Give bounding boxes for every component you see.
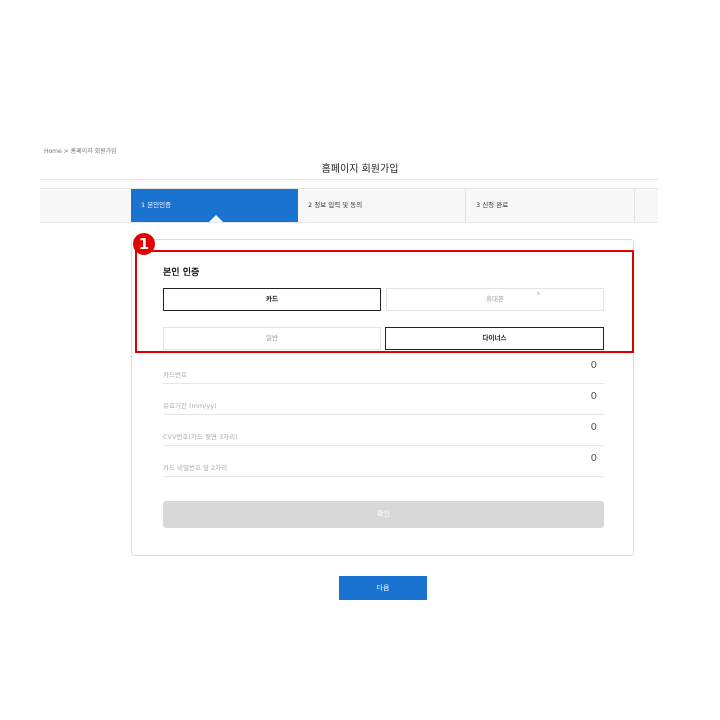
confirm-button[interactable]: 확인 — [163, 501, 604, 528]
step-2-info-consent: 2 정보 입력 및 동의 — [308, 201, 363, 209]
annotation-highlight-box — [135, 250, 634, 353]
step-3-complete: 3 신청 완료 — [476, 201, 509, 209]
expiry-count: 0 — [590, 391, 597, 402]
card-number-label: 카드번호 — [163, 371, 187, 379]
card-password-count: 0 — [590, 453, 597, 464]
step-1-identity-verification: 1 본인인증 — [131, 189, 298, 222]
breadcrumb-separator: > — [63, 148, 69, 155]
breadcrumb-current: 홈페이지 회원가입 — [70, 148, 117, 155]
expiry-label: 유효기간 (mm/yy) — [163, 402, 217, 410]
next-button[interactable]: 다음 — [339, 576, 427, 600]
cvv-field[interactable]: CVV번호(카드 뒷면 3자리) 0 — [163, 422, 604, 446]
card-password-label: 카드 비밀번호 앞 2자리 — [163, 464, 228, 472]
cvv-count: 0 — [590, 422, 597, 433]
title-divider — [40, 179, 658, 180]
expiry-field[interactable]: 유효기간 (mm/yy) 0 — [163, 391, 604, 415]
card-number-count: 0 — [590, 360, 597, 371]
step-progress-bar: 1 본인인증 2 정보 입력 및 동의 3 신청 완료 — [40, 188, 658, 223]
step-divider — [634, 189, 635, 222]
annotation-marker: 1 — [133, 233, 155, 255]
breadcrumb: Home > 홈페이지 회원가입 — [44, 146, 117, 155]
card-number-field[interactable]: 카드번호 0 — [163, 360, 604, 384]
page-title: 홈페이지 회원가입 — [321, 164, 399, 175]
card-password-field[interactable]: 카드 비밀번호 앞 2자리 0 — [163, 453, 604, 477]
cvv-label: CVV번호(카드 뒷면 3자리) — [163, 433, 238, 441]
breadcrumb-home-link[interactable]: Home — [44, 148, 62, 155]
